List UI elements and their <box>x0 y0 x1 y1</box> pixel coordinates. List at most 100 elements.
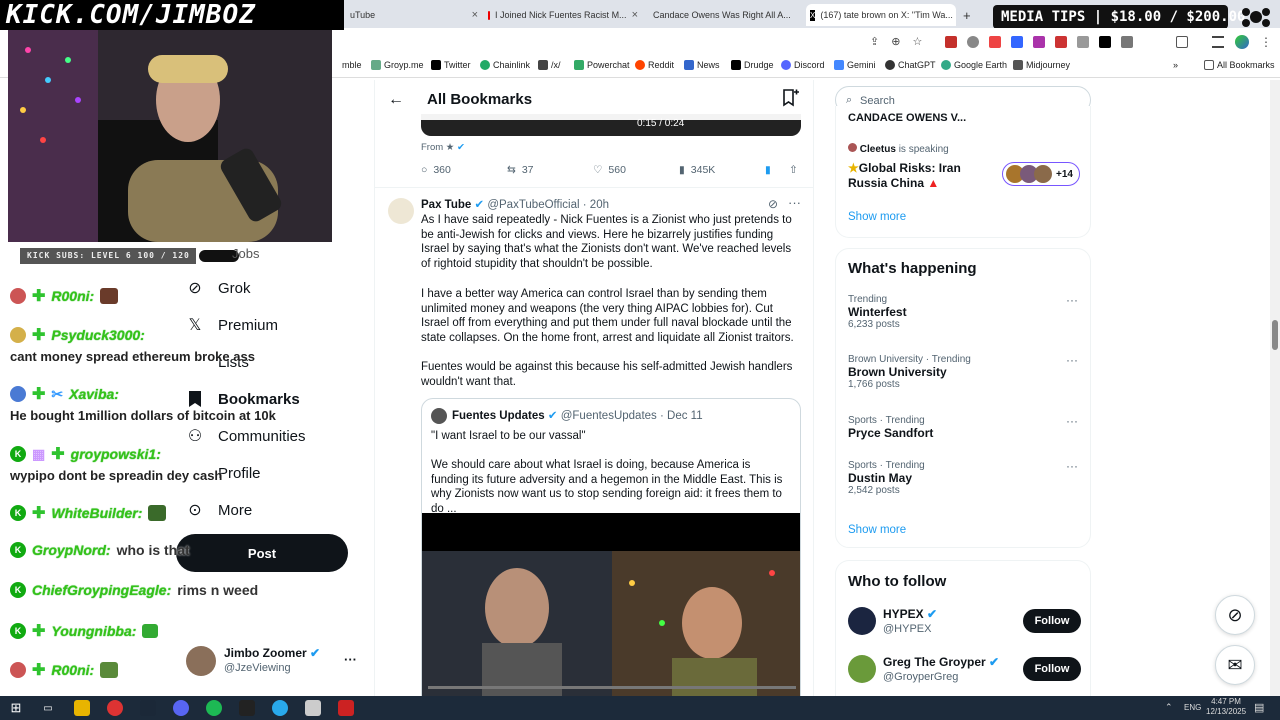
chrome-icon[interactable] <box>107 700 123 716</box>
extension-icon[interactable] <box>1033 36 1045 48</box>
bookmark-button[interactable]: ▮ <box>765 164 771 176</box>
show-more-link[interactable]: Show more <box>848 211 906 223</box>
spotify-icon[interactable] <box>206 700 222 716</box>
profile-avatar[interactable] <box>1235 35 1249 49</box>
reply-button[interactable]: ○ 360 <box>421 164 451 176</box>
nav-communities[interactable]: ⚇ Communities <box>186 427 306 446</box>
views-button[interactable]: ▮ 345K <box>679 164 715 176</box>
more-options-icon[interactable]: ··· <box>788 195 801 210</box>
sidepanel-icon[interactable] <box>1176 36 1188 48</box>
extension-icon[interactable] <box>1099 36 1111 48</box>
follow-button[interactable]: Follow <box>1023 657 1081 681</box>
show-more-link[interactable]: Show more <box>848 524 906 536</box>
bookmark-item[interactable]: Twitter <box>431 60 471 70</box>
bookmark-item[interactable]: Reddit <box>635 60 674 70</box>
more-options-icon[interactable]: ··· <box>1066 414 1078 428</box>
nav-premium[interactable]: 𝕏 Premium <box>186 316 278 335</box>
all-bookmarks-button[interactable]: All Bookmarks <box>1204 60 1275 70</box>
account-menu-button[interactable]: ··· <box>344 652 357 667</box>
new-folder-icon[interactable] <box>781 89 799 107</box>
trend-item[interactable]: Trending Winterfest 6,233 posts <box>848 294 907 330</box>
steam-icon[interactable] <box>140 700 156 716</box>
close-icon[interactable]: × <box>472 9 478 21</box>
language-indicator[interactable]: ENG <box>1184 703 1201 712</box>
windows-start-icon[interactable]: ⊞ <box>8 700 24 716</box>
more-bookmarks-button[interactable]: » <box>1173 60 1178 70</box>
tab-youtube[interactable]: uTube × <box>350 4 478 26</box>
star-icon[interactable]: ☆ <box>912 35 922 48</box>
space-top-title[interactable]: CANDACE OWENS V... <box>848 112 966 122</box>
tab-tate-brown[interactable]: X(167) tate brown on X: "Tim Wa...× <box>806 4 956 26</box>
more-options-icon[interactable]: ··· <box>1066 353 1078 367</box>
zoom-icon[interactable]: ⊕ <box>891 35 900 48</box>
trend-item[interactable]: Brown University · Trending Brown Univers… <box>848 354 971 390</box>
extension-icon[interactable] <box>967 36 979 48</box>
bookmark-item[interactable]: Midjourney <box>1013 60 1070 70</box>
back-arrow-icon[interactable]: ← <box>388 91 404 109</box>
scrollbar[interactable] <box>1270 80 1280 696</box>
quote-video[interactable] <box>422 513 800 700</box>
tab-candace-owens[interactable]: Candace Owens Was Right All A...× <box>648 4 794 26</box>
tweet-time[interactable]: 20h <box>590 199 609 211</box>
space-title[interactable]: ★Global Risks: Iran Russia China ▲ <box>848 161 988 191</box>
bookmark-item[interactable]: Google Earth <box>941 60 1007 70</box>
follow-name[interactable]: Greg The Groyper ✔ <box>883 655 999 669</box>
trend-item[interactable]: Sports · Trending Dustin May 2,542 posts <box>848 460 925 496</box>
telegram-icon[interactable] <box>272 700 288 716</box>
extension-icon[interactable] <box>1077 36 1089 48</box>
bookmark-item[interactable]: ChatGPT <box>885 60 936 70</box>
quote-tweet[interactable]: Fuentes Updates ✔ @FuentesUpdates · Dec … <box>421 398 801 700</box>
clock[interactable]: 4:47 PM 12/13/2025 <box>1206 697 1246 717</box>
trend-item[interactable]: Sports · Trending Pryce Sandfort <box>848 415 933 440</box>
bookmark-item[interactable]: Gemini <box>834 60 876 70</box>
app-icon[interactable] <box>305 700 321 716</box>
author-handle[interactable]: @PaxTubeOfficial <box>487 199 579 211</box>
extension-icon[interactable] <box>989 36 1001 48</box>
puzzle-icon[interactable] <box>1121 36 1133 48</box>
menu-icon[interactable]: ⋮ <box>1260 35 1272 49</box>
space-listeners[interactable]: +14 <box>1002 162 1080 186</box>
discord-icon[interactable] <box>173 700 189 716</box>
extension-icon[interactable] <box>945 36 957 48</box>
bookmark-item[interactable]: mble <box>342 60 362 70</box>
new-tab-button[interactable]: + <box>963 4 971 26</box>
nav-more[interactable]: ⊙ More <box>186 501 252 520</box>
reading-list-icon[interactable] <box>1212 36 1224 48</box>
notification-icon[interactable]: ▤ <box>1254 701 1264 714</box>
share-button[interactable]: ⇧ <box>789 164 798 176</box>
nav-jobs[interactable]: Jobs <box>186 246 259 261</box>
scrollbar-thumb[interactable] <box>1272 320 1278 350</box>
like-button[interactable]: ♡ 560 <box>593 164 626 176</box>
avatar[interactable] <box>186 646 216 676</box>
app-icon[interactable] <box>338 700 354 716</box>
bookmark-item[interactable]: Groyp.me <box>371 60 424 70</box>
nav-grok[interactable]: ⊘ Grok <box>186 279 250 298</box>
follow-name[interactable]: HYPEX ✔ <box>883 607 937 621</box>
post-button[interactable]: Post <box>176 534 348 572</box>
bookmark-item[interactable]: Powerchat <box>574 60 630 70</box>
app-icon[interactable] <box>239 700 255 716</box>
more-options-icon[interactable]: ··· <box>1066 459 1078 473</box>
tab-nick-fuentes[interactable]: I Joined Nick Fuentes Racist M... × <box>488 4 638 26</box>
file-explorer-icon[interactable] <box>74 700 90 716</box>
follow-avatar[interactable] <box>848 607 876 635</box>
bookmark-item[interactable]: News <box>684 60 720 70</box>
follow-button[interactable]: Follow <box>1023 609 1081 633</box>
more-options-icon[interactable]: ··· <box>1066 293 1078 307</box>
follow-avatar[interactable] <box>848 655 876 683</box>
extension-icon[interactable] <box>1055 36 1067 48</box>
extension-icon[interactable] <box>1011 36 1023 48</box>
bookmark-item[interactable]: Drudge <box>731 60 774 70</box>
close-icon[interactable]: × <box>632 9 638 21</box>
repost-button[interactable]: ⇆ 37 <box>507 164 534 176</box>
author-avatar[interactable] <box>388 198 414 224</box>
nav-bookmarks[interactable]: Bookmarks <box>186 390 300 408</box>
author-name[interactable]: Pax Tube <box>421 199 471 211</box>
tray-chevron-icon[interactable]: ⌃ <box>1165 702 1173 713</box>
bookmark-item[interactable]: Discord <box>781 60 825 70</box>
grok-icon[interactable]: ⊘ <box>1215 595 1255 635</box>
bookmark-item[interactable]: /x/ <box>538 60 561 70</box>
task-view-icon[interactable]: ▭ <box>40 700 56 716</box>
grok-icon[interactable]: ⊘ <box>768 197 778 211</box>
bookmark-item[interactable]: Chainlink <box>480 60 530 70</box>
